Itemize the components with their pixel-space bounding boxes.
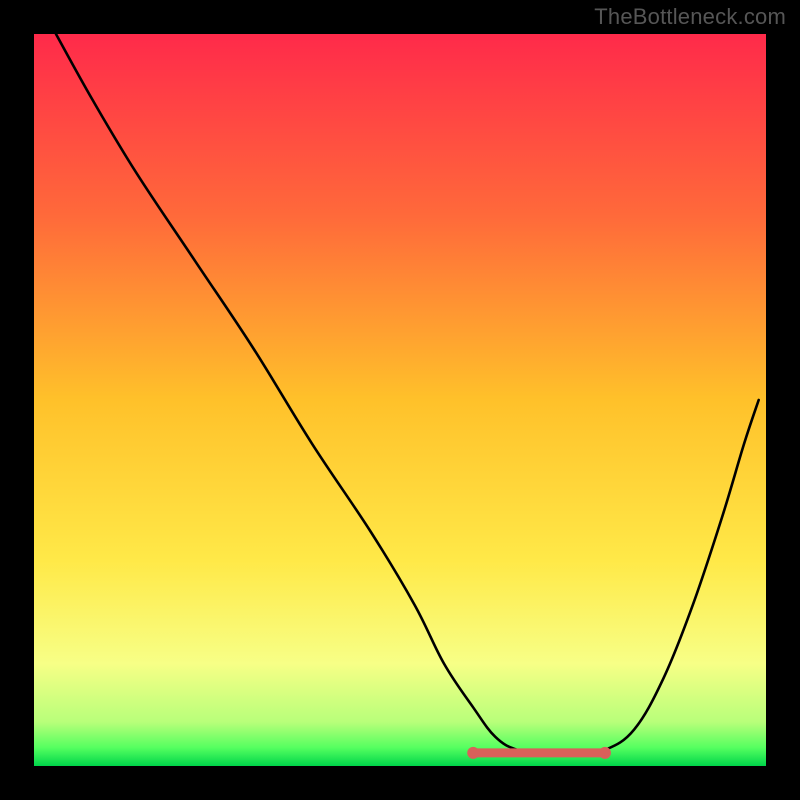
bottleneck-chart <box>0 0 800 800</box>
flat-minimum-marker <box>467 747 611 759</box>
watermark-text: TheBottleneck.com <box>594 4 786 30</box>
gradient-background <box>34 34 766 766</box>
chart-frame: { "watermark": "TheBottleneck.com", "cha… <box>0 0 800 800</box>
